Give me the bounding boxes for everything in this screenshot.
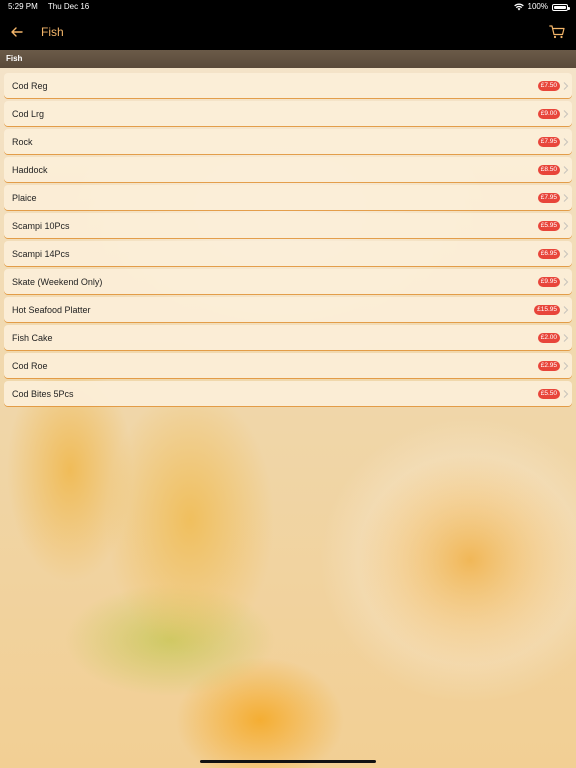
- menu-item-name: Scampi 10Pcs: [12, 221, 70, 231]
- menu-item-name: Fish Cake: [12, 333, 53, 343]
- chevron-right-icon: [563, 194, 569, 202]
- price-badge: £5.50: [537, 389, 560, 399]
- section-header: Fish: [0, 50, 576, 68]
- menu-item-name: Cod Lrg: [12, 109, 45, 119]
- menu-item[interactable]: Cod Roe £2.95: [4, 353, 572, 378]
- menu-item-name: Skate (Weekend Only): [12, 277, 103, 287]
- menu-item[interactable]: Scampi 14Pcs £6.95: [4, 241, 572, 266]
- menu-item-name: Cod Roe: [12, 361, 48, 371]
- menu-item-name: Scampi 14Pcs: [12, 249, 70, 259]
- price-badge: £7.50: [537, 81, 560, 91]
- cart-icon: [549, 25, 565, 39]
- chevron-right-icon: [563, 390, 569, 398]
- back-button[interactable]: [6, 20, 28, 44]
- chevron-right-icon: [563, 138, 569, 146]
- chevron-right-icon: [563, 166, 569, 174]
- menu-item-name: Haddock: [12, 165, 48, 175]
- menu-item[interactable]: Cod Reg £7.50: [4, 73, 572, 98]
- battery-percent: 100%: [527, 2, 548, 11]
- menu-item-name: Rock: [12, 137, 33, 147]
- status-right: 100%: [513, 0, 570, 14]
- menu-item-name: Hot Seafood Platter: [12, 305, 91, 315]
- arrow-left-icon: [11, 27, 23, 37]
- price-badge: £9.95: [537, 277, 560, 287]
- price-badge: £2.95: [537, 361, 560, 371]
- price-badge: £6.95: [537, 249, 560, 259]
- price-badge: £9.00: [537, 109, 560, 119]
- wifi-icon: [513, 3, 524, 11]
- status-date: Thu Dec 16: [47, 2, 90, 11]
- menu-item[interactable]: Cod Bites 5Pcs £5.50: [4, 381, 572, 406]
- price-badge: £7.95: [537, 137, 560, 147]
- price-badge: £7.95: [537, 193, 560, 203]
- battery-icon: [552, 3, 570, 11]
- menu-item[interactable]: Scampi 10Pcs £5.95: [4, 213, 572, 238]
- chevron-right-icon: [563, 362, 569, 370]
- menu-item-name: Cod Reg: [12, 81, 48, 91]
- price-badge: £8.50: [537, 165, 560, 175]
- cart-button[interactable]: [544, 20, 570, 44]
- menu-item[interactable]: Plaice £7.95: [4, 185, 572, 210]
- navigation-bar: Fish: [0, 14, 576, 50]
- chevron-right-icon: [563, 250, 569, 258]
- chevron-right-icon: [563, 306, 569, 314]
- price-badge: £2.00: [537, 333, 560, 343]
- price-badge: £5.95: [537, 221, 560, 231]
- menu-list: Cod Reg £7.50 Cod Lrg £9.00 Rock £7.95 Haddock…: [4, 73, 572, 406]
- home-indicator[interactable]: [200, 760, 376, 763]
- chevron-right-icon: [563, 110, 569, 118]
- status-left: 5:29 PM Thu Dec 16: [8, 0, 97, 14]
- menu-item-name: Plaice: [12, 193, 37, 203]
- menu-item-name: Cod Bites 5Pcs: [12, 389, 74, 399]
- chevron-right-icon: [563, 334, 569, 342]
- chevron-right-icon: [563, 82, 569, 90]
- chevron-right-icon: [563, 222, 569, 230]
- chevron-right-icon: [563, 278, 569, 286]
- menu-item[interactable]: Hot Seafood Platter £15.95: [4, 297, 572, 322]
- price-badge: £15.95: [534, 305, 560, 315]
- menu-item[interactable]: Fish Cake £2.00: [4, 325, 572, 350]
- status-bar: 5:29 PM Thu Dec 16 100%: [0, 0, 576, 14]
- menu-item[interactable]: Cod Lrg £9.00: [4, 101, 572, 126]
- menu-item[interactable]: Rock £7.95: [4, 129, 572, 154]
- menu-item[interactable]: Skate (Weekend Only) £9.95: [4, 269, 572, 294]
- status-time: 5:29 PM: [8, 2, 38, 11]
- menu-item[interactable]: Haddock £8.50: [4, 157, 572, 182]
- page-title: Fish: [41, 25, 64, 39]
